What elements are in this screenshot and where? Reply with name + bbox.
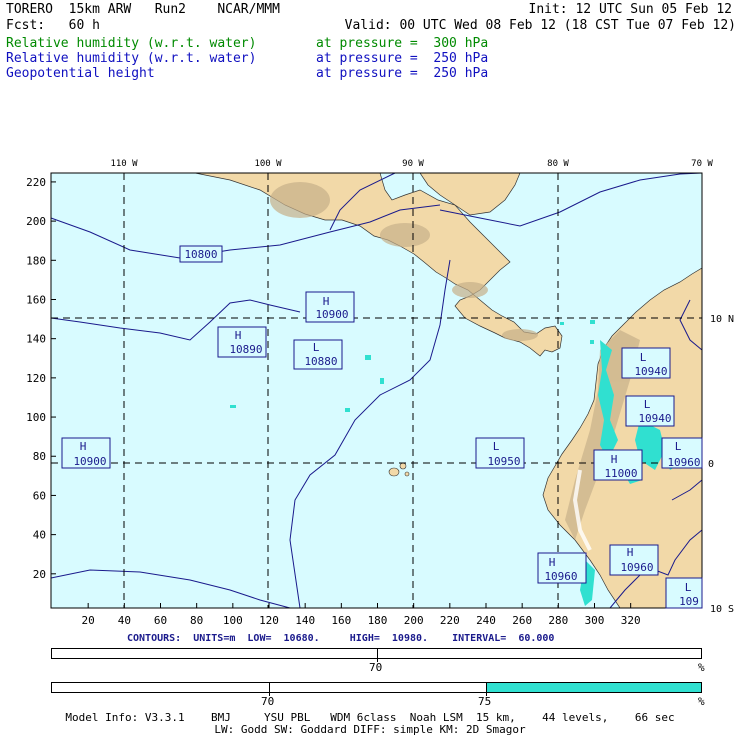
bar-tick (269, 682, 270, 696)
center-box: L 10940 (625, 395, 675, 427)
y-tick-label: 120 (26, 372, 46, 385)
field-2-level: at pressure = 250 hPa (316, 51, 489, 66)
x-tick-label: 280 (548, 614, 568, 627)
center-value: 10960 (667, 456, 700, 469)
y-tick-label: 40 (33, 529, 46, 542)
center-mark: H (627, 546, 634, 559)
y-tick-label: 140 (26, 333, 46, 346)
center-mark: L (675, 440, 682, 453)
rh-300-colorbar (51, 648, 702, 662)
bar-tick (486, 682, 487, 696)
lat-label: 10 S (710, 604, 734, 615)
rh-250-colorbar (51, 682, 702, 696)
x-tick-label: 320 (621, 614, 641, 627)
center-mark: L (313, 341, 320, 354)
center-box: L 109 (665, 577, 703, 609)
y-tick-label: 80 (33, 450, 46, 463)
bar2-unit: % (698, 695, 705, 708)
center-value: 10940 (634, 365, 667, 378)
x-tick-label: 260 (512, 614, 532, 627)
field-1-level: at pressure = 300 hPa (316, 36, 489, 51)
bar1-unit: % (698, 661, 705, 674)
lon-label: 90 W (402, 159, 424, 169)
center-value: 10960 (544, 570, 577, 583)
y-tick-label: 200 (26, 215, 46, 228)
center-value: 10880 (304, 355, 337, 368)
contours-info: CONTOURS: UNITS=m LOW= 10680. HIGH= 1098… (127, 633, 555, 644)
x-tick-label: 140 (295, 614, 315, 627)
bar-tick (377, 648, 378, 662)
center-box: L 10950 (475, 437, 525, 469)
center-mark: H (549, 556, 556, 569)
bar1-tick-label: 70 (369, 661, 383, 674)
bar2-tick-label: 75 (478, 695, 492, 708)
center-box: H 10900 (61, 437, 111, 469)
longitude-labels: 110 W 100 W 90 W 80 W 70 W (110, 159, 713, 169)
field-3-name: Geopotential height (6, 66, 155, 81)
center-mark: H (235, 329, 242, 342)
x-tick-label: 300 (585, 614, 605, 627)
latitude-labels: 10 N 0 10 S (708, 314, 734, 615)
physics-info: LW: Godd SW: Goddard DIFF: simple KM: 2D… (214, 723, 526, 736)
weather-map: 20 40 60 80 100 120 140 160 180 200 220 20 40 60 80 10… (26, 159, 734, 627)
field-2-name: Relative humidity (w.r.t. water) (6, 51, 257, 66)
lon-label: 110 W (110, 159, 138, 169)
lat-label: 0 (708, 459, 714, 470)
center-box: H 10900 (305, 291, 355, 323)
center-box: L 10960 (661, 437, 703, 469)
center-box: H 10960 (609, 544, 659, 576)
init-time: Init: 12 UTC Sun 05 Feb 12 (528, 2, 733, 17)
y-tick-label: 20 (33, 568, 46, 581)
lat-label: 10 N (710, 314, 734, 325)
y-tick-label: 220 (26, 176, 46, 189)
center-value: 10900 (73, 455, 106, 468)
lon-label: 80 W (547, 159, 569, 169)
x-tick-label: 100 (223, 614, 243, 627)
center-box: H 10960 (537, 552, 587, 584)
center-mark: L (644, 398, 651, 411)
field-3-level: at pressure = 250 hPa (316, 66, 489, 81)
center-value: 10940 (638, 412, 671, 425)
center-box: L 10880 (293, 339, 343, 370)
x-tick-label: 240 (476, 614, 496, 627)
center-value: 10900 (315, 308, 348, 321)
contour-label: 10800 (184, 248, 217, 261)
center-box: H 11000 (593, 449, 643, 481)
contour-labels: 10800 (179, 245, 223, 263)
center-value: 10890 (229, 343, 262, 356)
lon-label: 100 W (254, 159, 282, 169)
field-1-name: Relative humidity (w.r.t. water) (6, 36, 257, 51)
center-value: 10950 (487, 455, 520, 468)
center-mark: L (640, 351, 647, 364)
x-tick-label: 40 (118, 614, 131, 627)
forecast-hour: Fcst: 60 h (6, 18, 100, 33)
center-mark: H (80, 440, 87, 453)
center-value: 11000 (604, 467, 637, 480)
y-tick-label: 60 (33, 489, 46, 502)
bar2-tick-label: 70 (261, 695, 275, 708)
x-tick-label: 180 (368, 614, 388, 627)
y-tick-label: 180 (26, 254, 46, 267)
center-mark: H (611, 453, 618, 466)
center-box: H 10890 (217, 326, 267, 358)
bar-fill (486, 683, 701, 692)
valid-time: Valid: 00 UTC Wed 08 Feb 12 (18 CST Tue … (344, 18, 736, 33)
x-tick-label: 60 (154, 614, 167, 627)
x-tick-label: 80 (190, 614, 203, 627)
y-tick-label: 100 (26, 411, 46, 424)
x-tick-label: 20 (82, 614, 95, 627)
x-tick-label: 160 (331, 614, 351, 627)
center-mark: L (685, 581, 692, 594)
x-tick-label: 200 (404, 614, 424, 627)
center-value: 109 (679, 595, 699, 608)
center-value: 10960 (620, 561, 653, 574)
center-mark: L (493, 440, 500, 453)
lon-label: 70 W (691, 159, 713, 169)
center-mark: H (323, 295, 330, 308)
x-tick-label: 220 (440, 614, 460, 627)
model-title: TORERO 15km ARW Run2 NCAR/MMM (6, 2, 280, 17)
center-box: L 10940 (621, 347, 671, 379)
y-tick-label: 160 (26, 293, 46, 306)
x-tick-label: 120 (259, 614, 279, 627)
